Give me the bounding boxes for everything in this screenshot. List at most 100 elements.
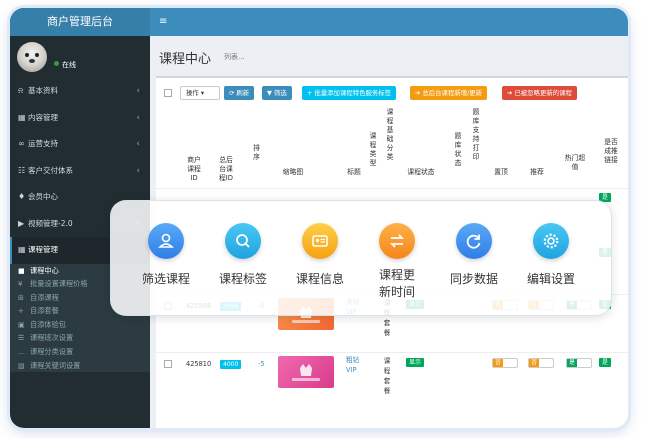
user-status: 在线 xyxy=(54,60,76,70)
feature-label-text: 筛选课程 xyxy=(141,272,190,286)
operation-dropdown[interactable]: 操作 ▾ xyxy=(180,86,220,100)
subitem-icon: ⊞ xyxy=(18,293,24,302)
menu-toggle-icon[interactable]: ≡ xyxy=(159,16,167,27)
sidebar-subitem-label: 课程中心 xyxy=(30,265,59,275)
feature-overlay: 筛选课程 课程标签 课程信息 课程更 新时间 同步数据 编辑设置 xyxy=(110,200,612,316)
col-bank-print: 题库支持打印 xyxy=(472,108,480,161)
vip-label[interactable]: VIP xyxy=(346,366,356,375)
chevron-left-icon: ‹ xyxy=(136,86,140,96)
col-title: 标题 xyxy=(347,168,361,176)
sidebar-subitem-label: 课程班次设置 xyxy=(30,333,74,343)
chevron-left-icon: ‹ xyxy=(136,165,140,176)
master-course-update-label: 总后台课程新增/更新 xyxy=(422,89,483,97)
feature-label-text: 课程标签 xyxy=(218,272,267,286)
batch-add-tags-button[interactable]: + 批量添加课程特色服务标签 xyxy=(302,86,397,100)
hot-toggle[interactable]: 是 xyxy=(566,358,592,368)
refresh-button[interactable]: ⟳ 刷新 xyxy=(224,86,255,100)
sidebar-subitem-label: 自添体验包 xyxy=(30,319,66,329)
users-icon: ☷ xyxy=(18,165,26,175)
master-course-id-badge: 4000 xyxy=(220,360,242,369)
sidebar-item-label: 会员中心 xyxy=(28,192,58,201)
gear-icon xyxy=(533,223,569,259)
col-course-status: 课程状态 xyxy=(407,168,435,176)
sidebar-item-label: 内容管理 xyxy=(28,112,58,122)
sidebar-subitem-label: 批量设置课程价格 xyxy=(30,279,88,289)
course-title-link[interactable]: 粗钻 xyxy=(346,356,359,365)
row-divider xyxy=(156,352,628,353)
col-recommend: 推荐 xyxy=(530,168,544,176)
feature-item[interactable]: 编辑设置 xyxy=(506,201,596,317)
sidebar-item-label: 课程管理 xyxy=(28,245,58,254)
page-subtitle: 列表... xyxy=(224,53,245,61)
user-status-text: 在线 xyxy=(62,61,76,69)
subitem-icon: … xyxy=(18,348,25,357)
sidebar-subitem[interactable]: … 课程分类设置 xyxy=(10,345,150,359)
recommend-toggle[interactable]: 否 xyxy=(528,358,554,368)
toggle-knob: 否 xyxy=(529,359,539,367)
subitem-icon: + xyxy=(18,307,24,316)
grid-icon: ▦ xyxy=(18,112,26,122)
crown-logo-icon xyxy=(292,364,320,381)
brand-title: 商户管理后台 xyxy=(10,8,150,36)
sidebar-subitem[interactable]: ▣ 自添体验包 xyxy=(10,318,150,332)
course-type-char: 课 xyxy=(383,357,391,365)
sidebar-subitem-label: 课程分类设置 xyxy=(30,347,74,357)
grid-icon: ▦ xyxy=(18,245,26,254)
subitem-icon: ▧ xyxy=(18,361,25,370)
col-merchant-id: 商户课程ID xyxy=(187,156,201,182)
sidebar-item[interactable]: ∞ 运营支持 ‹ xyxy=(10,131,150,158)
col-hot: 热门超值 xyxy=(564,154,586,171)
course-type-char: 套 xyxy=(383,377,391,385)
ignored-updates-button[interactable]: ➔ 已被忽略更新的课程 xyxy=(502,86,577,100)
feature-label-text: 课程信息 xyxy=(295,272,344,286)
sidebar-item-label: 基本资料 xyxy=(28,86,58,95)
swap-icon xyxy=(379,223,415,259)
course-type-char: 餐 xyxy=(383,387,391,395)
filter-button[interactable]: ▼ 筛选 xyxy=(262,86,292,100)
sidebar-item-label: 客户交付体系 xyxy=(28,165,73,175)
course-type-char: 套 xyxy=(383,319,391,327)
app-window: 商户管理后台 在线 ⍾ 基本资料 ‹ ▦ 内容管理 ‹ ∞ 运营支持 ‹ ☷ 客户交付体系 ‹ ♦ 会员中… xyxy=(10,8,628,428)
sidebar-item-label: 视频管理-2.0 xyxy=(28,218,73,228)
top-toggle[interactable]: 否 xyxy=(492,358,518,368)
col-sort: 排序 xyxy=(253,144,260,161)
feature-label-text: 编辑设置 xyxy=(526,272,575,286)
toggle-knob: 是 xyxy=(567,359,577,367)
feature-label: 编辑设置 xyxy=(506,271,596,288)
master-course-update-button[interactable]: ➔ 总后台课程新增/更新 xyxy=(410,86,488,100)
col-link: 是否成推链接 xyxy=(604,138,618,164)
course-type-char: 餐 xyxy=(383,329,391,337)
sidebar-item[interactable]: ☷ 客户交付体系 ‹ xyxy=(10,158,150,185)
course-type-char: 程 xyxy=(383,367,391,375)
sidebar-subitem[interactable]: ☰ 课程班次设置 xyxy=(10,331,150,345)
col-top: 置顶 xyxy=(494,168,508,176)
user-panel: 在线 xyxy=(10,36,150,78)
link-icon: ∞ xyxy=(18,139,25,148)
avatar[interactable] xyxy=(17,42,47,72)
sidebar-subitem-label: 自添课程 xyxy=(30,292,59,302)
sidebar-subitem[interactable]: ▧ 课程关键词设置 xyxy=(10,359,150,373)
col-base-category: 课程基础分类 xyxy=(386,108,394,161)
row-checkbox[interactable] xyxy=(164,360,172,368)
col-master-id: 总后台课程ID xyxy=(218,156,234,182)
filter-icon: ▼ xyxy=(267,89,272,97)
caret-down-icon: ▾ xyxy=(200,89,205,97)
col-bank-status: 题库状态 xyxy=(454,132,462,167)
header-divider xyxy=(156,188,628,189)
avatar-nose xyxy=(29,59,35,63)
page-title: 课程中心 xyxy=(159,52,212,67)
link-tag[interactable]: 是 xyxy=(599,358,612,367)
online-dot-icon xyxy=(54,61,59,66)
filter-label: 筛选 xyxy=(273,89,287,97)
sort-value[interactable]: -5 xyxy=(258,360,265,368)
subitem-icon: ¥ xyxy=(18,280,23,289)
subitem-icon: ☰ xyxy=(18,334,25,343)
select-all-checkbox[interactable] xyxy=(164,89,172,97)
ignored-updates-label: 已被忽略更新的课程 xyxy=(514,89,572,97)
sidebar-item[interactable]: ⍾ 基本资料 ‹ xyxy=(10,78,150,105)
sidebar-item[interactable]: ▦ 内容管理 ‹ xyxy=(10,105,150,132)
search-tag-icon xyxy=(225,223,261,259)
subitem-icon: ■ xyxy=(18,266,25,275)
course-status-tag[interactable]: 显示 xyxy=(406,358,425,367)
toggle-knob: 否 xyxy=(493,359,503,367)
